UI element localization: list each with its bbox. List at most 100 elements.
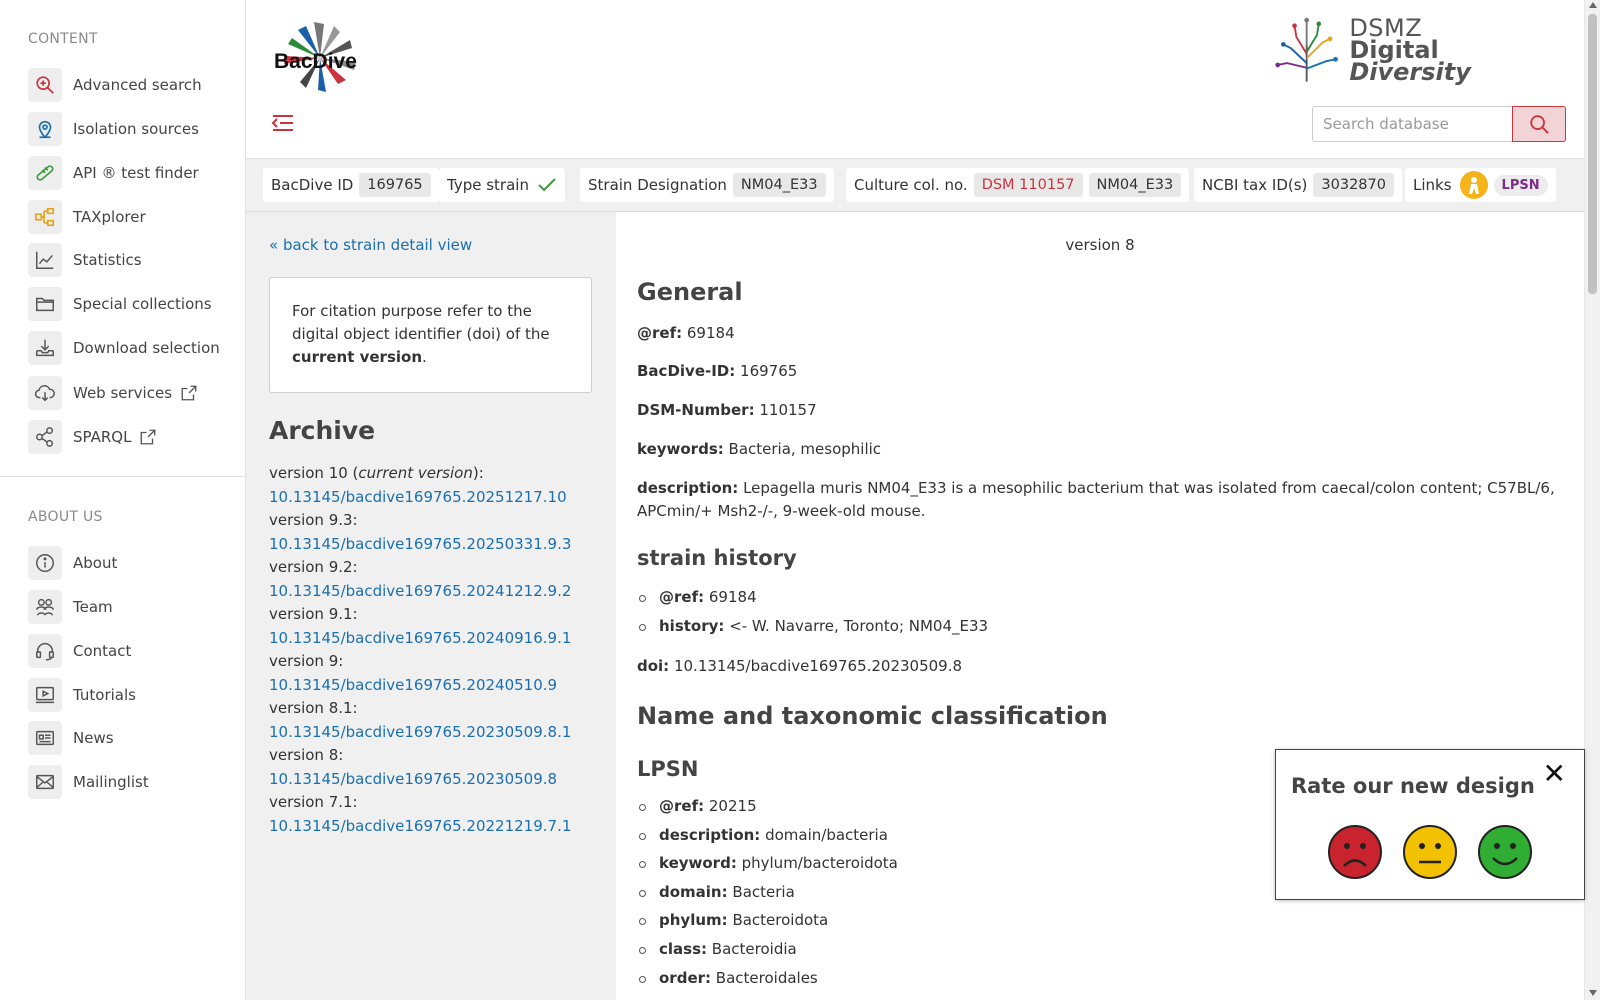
archive-doi-link[interactable]: 10.13145/bacdive169765.20241212.9.2 [269, 580, 609, 604]
hierarchy-icon [28, 200, 62, 234]
archive-version-label: version 10 ( [269, 464, 359, 482]
sidebar-item-download-selection[interactable]: Download selection [28, 330, 238, 366]
citation-end: . [422, 348, 427, 366]
sidebar-item-api-test-finder[interactable]: API ® test finder [28, 155, 238, 191]
sidebar-item-mailinglist[interactable]: Mailinglist [28, 764, 238, 800]
keywords-field: keywords: Bacteria, mesophilic [637, 440, 882, 458]
lpsn-link[interactable]: LPSN [1493, 174, 1548, 196]
search-input[interactable] [1312, 106, 1512, 142]
sidebar-item-label: Statistics [73, 251, 142, 269]
archive-list: version 10 (current version): 10.13145/b… [269, 462, 609, 838]
sad-face-icon[interactable] [1327, 824, 1383, 880]
archive-version-label: version 7.1: [269, 793, 358, 811]
sidebar-item-taxplorer[interactable]: TAXplorer [28, 199, 238, 235]
sidebar-item-special-collections[interactable]: Special collections [28, 286, 238, 322]
dsmz-logo[interactable]: DSMZ Digital Diversity [1274, 14, 1554, 86]
line-chart-icon [28, 243, 62, 277]
bacdive-id-field: BacDive-ID: 169765 [637, 362, 798, 380]
scrollbar-thumb[interactable] [1588, 14, 1597, 294]
sidebar-item-label: Contact [73, 642, 132, 660]
folder-icon [28, 287, 62, 321]
archive-version-label-end: ): [472, 464, 484, 482]
sidebar-item-label: TAXplorer [73, 208, 146, 226]
dsmz-subtitle: Digital Diversity [1349, 36, 1471, 86]
archive-doi-link[interactable]: 10.13145/bacdive169765.20240916.9.1 [269, 627, 609, 651]
sidebar-item-label: Special collections [73, 295, 212, 313]
archive-version-label: version 8: [269, 746, 344, 764]
archive-version-label: version 9.3: [269, 511, 358, 529]
archive-version-label: version 9.2: [269, 558, 358, 576]
neutral-face-icon[interactable] [1402, 824, 1458, 880]
citation-emphasis: current version [292, 348, 423, 366]
sidebar-item-sparql[interactable]: SPARQL [28, 419, 238, 455]
sidebar-item-tutorials[interactable]: Tutorials [28, 677, 238, 713]
close-icon[interactable]: ✕ [1543, 760, 1566, 788]
rating-popup: Rate our new design ✕ [1275, 749, 1585, 900]
archive-version-label: version 9: [269, 652, 344, 670]
archive-entry: version 9.1: 10.13145/bacdive169765.2024… [269, 603, 609, 650]
bacdive-id-chip: BacDive ID 169765 [263, 168, 439, 202]
type-strain-chip: Type strain [439, 168, 565, 202]
strain-designation-value: NM04_E33 [732, 173, 826, 197]
archive-doi-link[interactable]: 10.13145/bacdive169765.20240510.9 [269, 674, 609, 698]
archive-doi-link[interactable]: 10.13145/bacdive169765.20251217.10 [269, 486, 609, 510]
bacdive-id-label: BacDive ID [271, 176, 354, 194]
search-icon [1530, 115, 1549, 134]
archive-doi-link[interactable]: 10.13145/bacdive169765.20230509.8.1 [269, 721, 609, 745]
doi-field: doi: 10.13145/bacdive169765.20230509.8 [637, 657, 963, 675]
ncbi-tax-value[interactable]: 3032870 [1313, 173, 1394, 197]
page-scrollbar[interactable] [1584, 0, 1600, 1000]
archive-doi-link[interactable]: 10.13145/bacdive169765.20250331.9.3 [269, 533, 609, 557]
lpsn-list: @ref: 20215 description: domain/bacteria… [637, 792, 898, 992]
archive-doi-link[interactable]: 10.13145/bacdive169765.20221219.7.1 [269, 815, 609, 839]
scroll-up-arrow-icon[interactable] [1589, 2, 1597, 8]
envelope-icon [28, 765, 62, 799]
description-field: description: Lepagella muris NM04_E33 is… [637, 479, 1555, 520]
sidebar-item-web-services[interactable]: Web services [28, 375, 238, 411]
sidebar-item-label: News [73, 729, 114, 747]
strain-designation-label: Strain Designation [588, 176, 727, 194]
strain-info-bar: BacDive ID 169765 Type strain Strain Des… [246, 158, 1584, 212]
version-label: version 8 [1065, 236, 1135, 254]
info-icon [28, 546, 62, 580]
bacdive-logo[interactable]: BacDive [268, 10, 368, 92]
sidebar-item-advanced-search[interactable]: Advanced search [28, 67, 238, 103]
archive-column: « back to strain detail view For citatio… [246, 212, 616, 1000]
menu-toggle-icon[interactable] [270, 110, 296, 136]
list-item: keyword: phylum/bacteroidota [637, 849, 898, 878]
back-to-strain-link[interactable]: « back to strain detail view [269, 236, 472, 254]
content-section-title: CONTENT [28, 31, 98, 47]
person-link-icon[interactable] [1459, 171, 1488, 199]
list-item: class: Bacteroidia [637, 935, 898, 964]
archive-title: Archive [269, 416, 376, 445]
general-heading: General [637, 278, 743, 306]
sidebar-item-about[interactable]: About [28, 545, 238, 581]
type-strain-label: Type strain [447, 176, 529, 194]
team-icon [28, 590, 62, 624]
sidebar-item-label: Tutorials [73, 686, 136, 704]
sidebar-item-team[interactable]: Team [28, 589, 238, 625]
sidebar-item-label: Download selection [73, 339, 220, 357]
magnifier-plus-icon [28, 68, 62, 102]
archive-entry: version 7.1: 10.13145/bacdive169765.2022… [269, 791, 609, 838]
list-item: description: domain/bacteria [637, 821, 898, 850]
cloud-download-icon [28, 376, 62, 410]
sidebar-item-label: Advanced search [73, 76, 202, 94]
archive-entry: version 8: 10.13145/bacdive169765.202305… [269, 744, 609, 791]
citation-text: For citation purpose refer to the digita… [292, 302, 550, 343]
archive-version-label: version 8.1: [269, 699, 358, 717]
archive-doi-link[interactable]: 10.13145/bacdive169765.20230509.8 [269, 768, 609, 792]
location-pin-icon [28, 112, 62, 146]
scroll-down-arrow-icon[interactable] [1589, 990, 1597, 996]
sidebar-item-contact[interactable]: Contact [28, 633, 238, 669]
happy-face-icon[interactable] [1477, 824, 1533, 880]
links-chip: Links LPSN [1405, 168, 1556, 202]
sidebar-item-isolation-sources[interactable]: Isolation sources [28, 111, 238, 147]
citation-note: For citation purpose refer to the digita… [269, 277, 592, 393]
sidebar-item-news[interactable]: News [28, 720, 238, 756]
culture-number-link[interactable]: DSM 110157 [973, 173, 1083, 197]
archive-entry: version 8.1: 10.13145/bacdive169765.2023… [269, 697, 609, 744]
search-button[interactable] [1512, 106, 1566, 142]
sidebar-item-statistics[interactable]: Statistics [28, 242, 238, 278]
ncbi-tax-chip: NCBI tax ID(s) 3032870 [1194, 168, 1402, 202]
